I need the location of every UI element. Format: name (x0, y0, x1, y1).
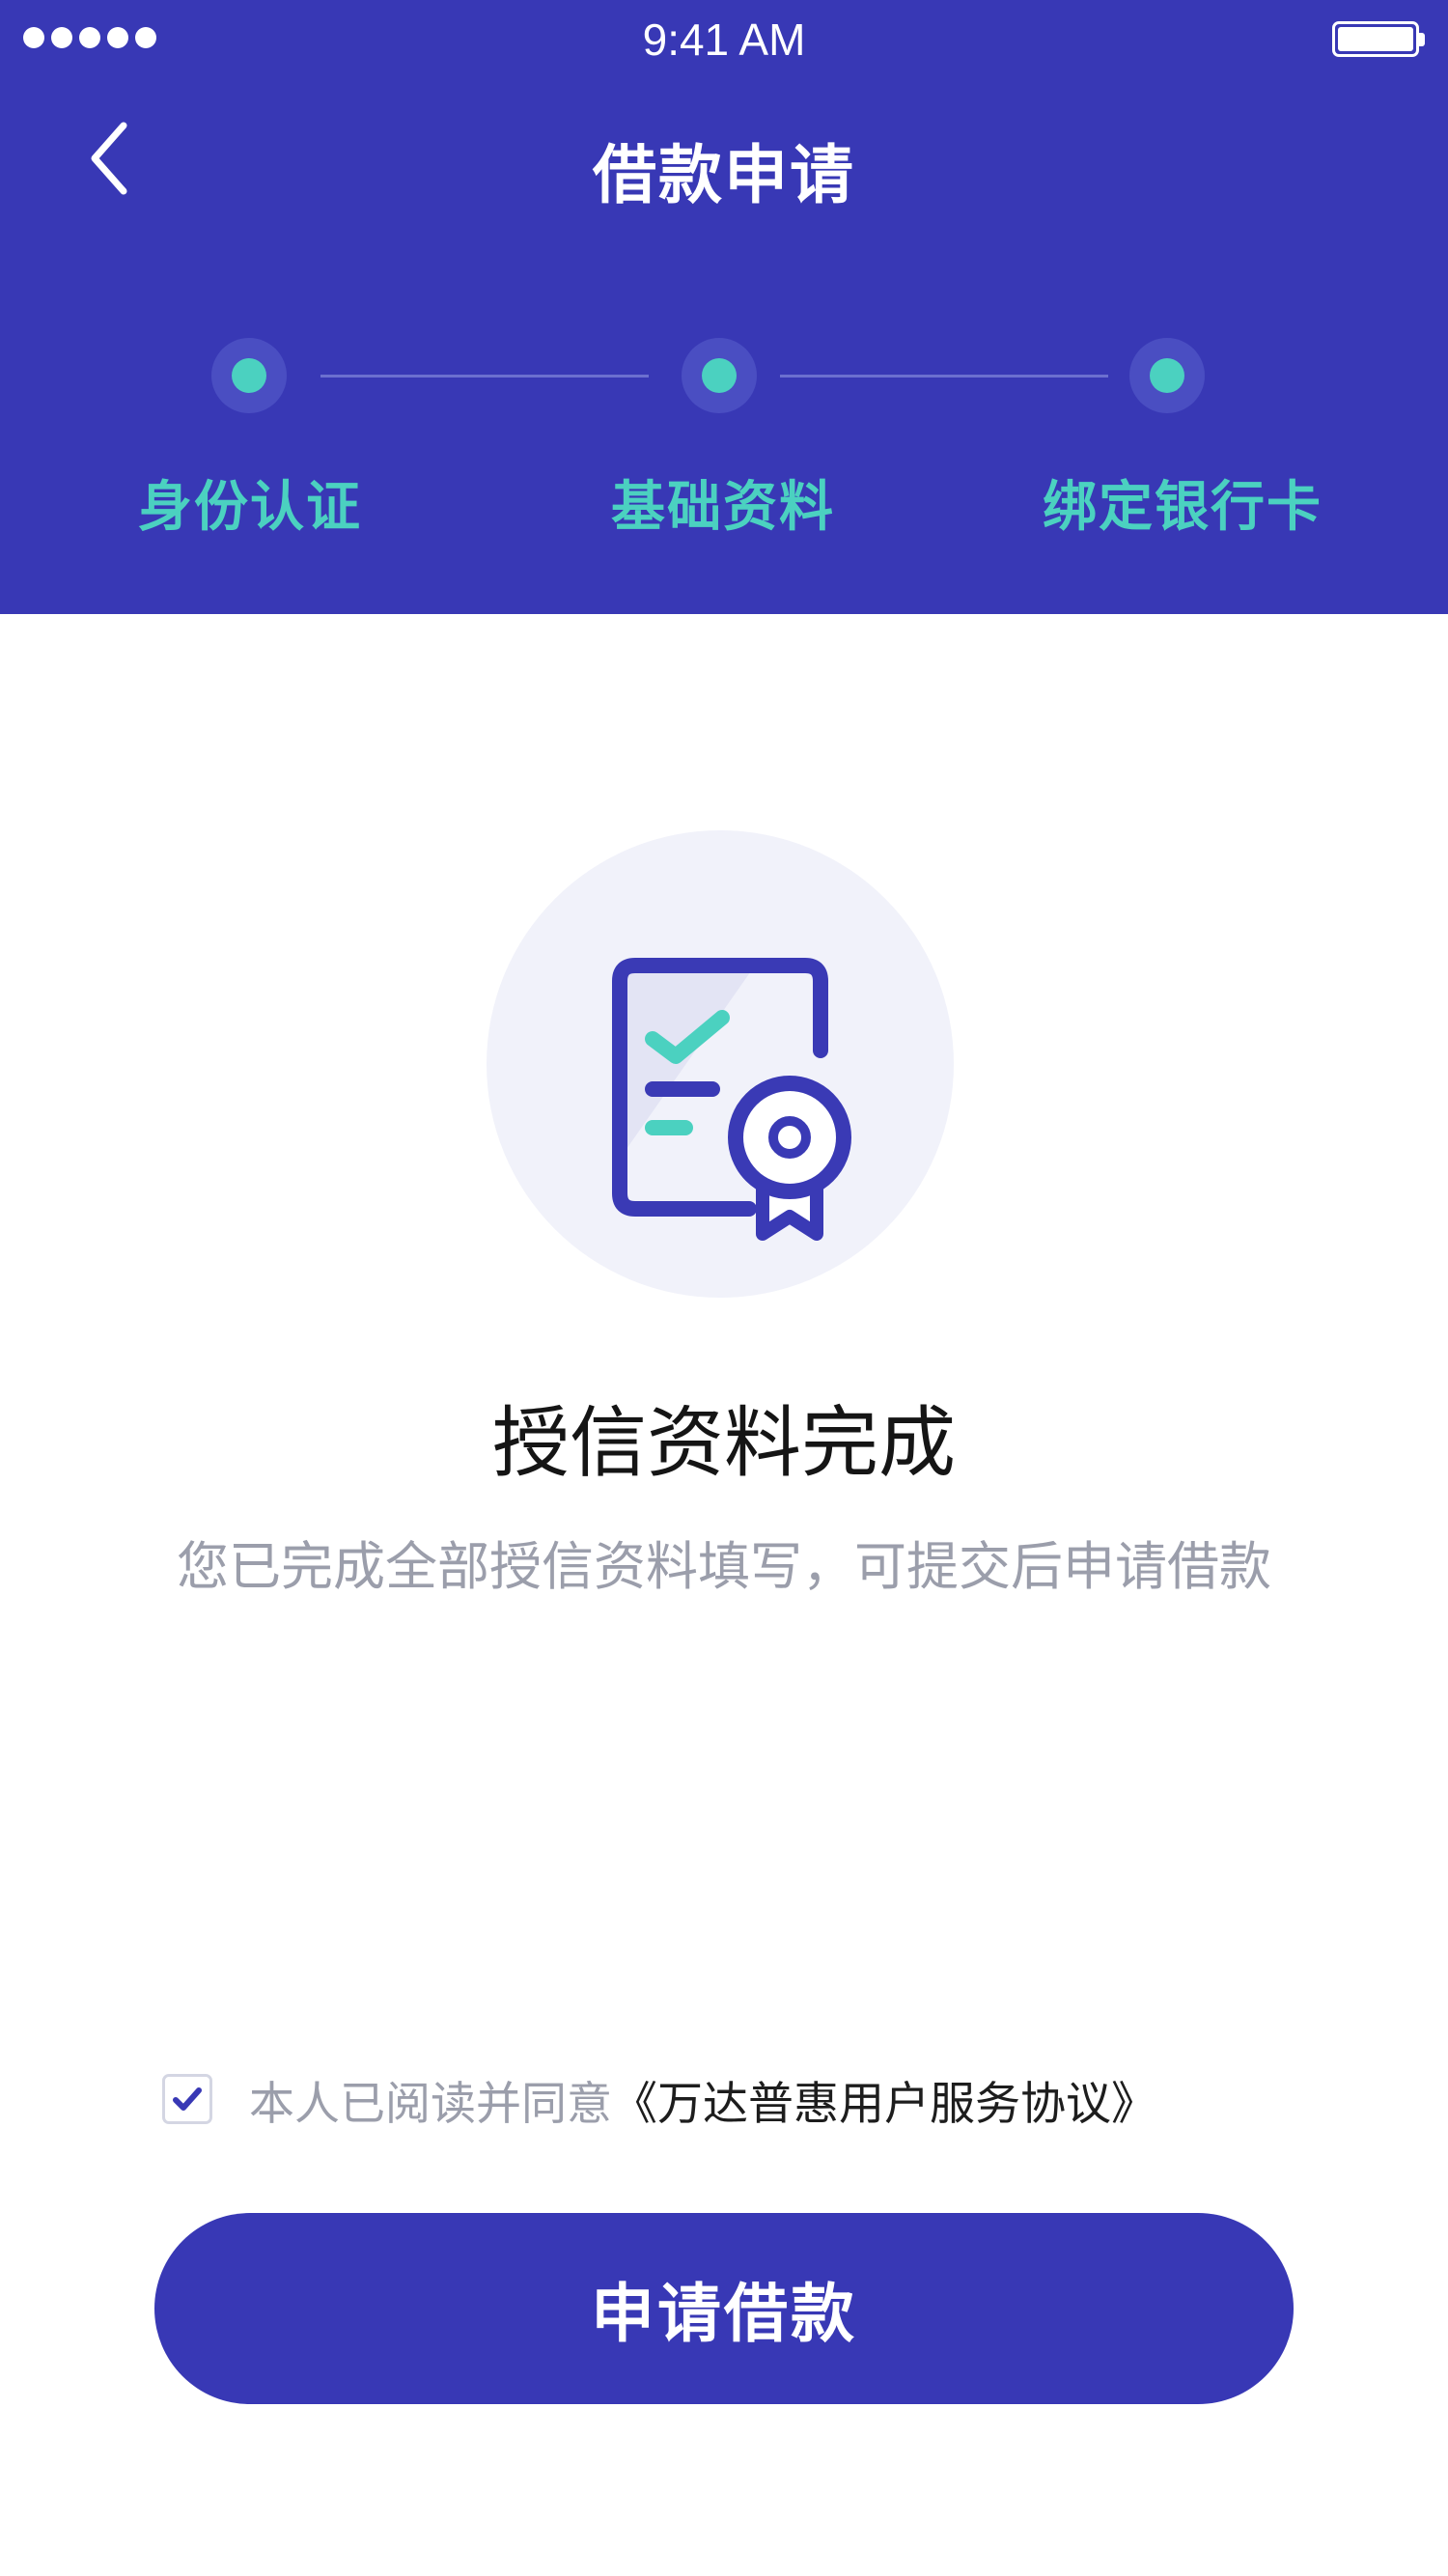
certified-document-icon (487, 830, 954, 1298)
step-label-basic-info: 基础资料 (611, 476, 835, 539)
step-connector (780, 375, 1108, 378)
agreement-checkbox[interactable] (162, 2074, 212, 2124)
status-bar: 9:41 AM (0, 0, 1448, 77)
step-label-identity: 身份认证 (138, 476, 362, 539)
step-dot-basic-info (682, 338, 757, 413)
completion-subtitle: 您已完成全部授信资料填写，可提交后申请借款 (177, 1536, 1271, 1597)
step-label-bank-card: 绑定银行卡 (1043, 476, 1323, 539)
check-icon (173, 2087, 202, 2111)
battery-icon (1332, 21, 1425, 57)
step-dot-bank-card (1129, 338, 1205, 413)
header: 9:41 AM 借款申请 身份认证 基础资料 绑定银行卡 (0, 0, 1448, 614)
page-title: 借款申请 (593, 138, 855, 212)
apply-loan-button[interactable]: 申请借款 (154, 2213, 1294, 2404)
status-time: 9:41 AM (642, 14, 806, 65)
nav-bar: 借款申请 (0, 106, 1448, 212)
agreement-link[interactable]: 《万达普惠用户服务协议》 (612, 2066, 1156, 2133)
step-dot-identity (211, 338, 287, 413)
agreement-row: 本人已阅读并同意 《万达普惠用户服务协议》 (162, 2072, 1156, 2131)
agreement-prefix: 本人已阅读并同意 (249, 2077, 612, 2131)
completion-title: 授信资料完成 (492, 1398, 956, 1488)
step-connector (320, 375, 649, 378)
